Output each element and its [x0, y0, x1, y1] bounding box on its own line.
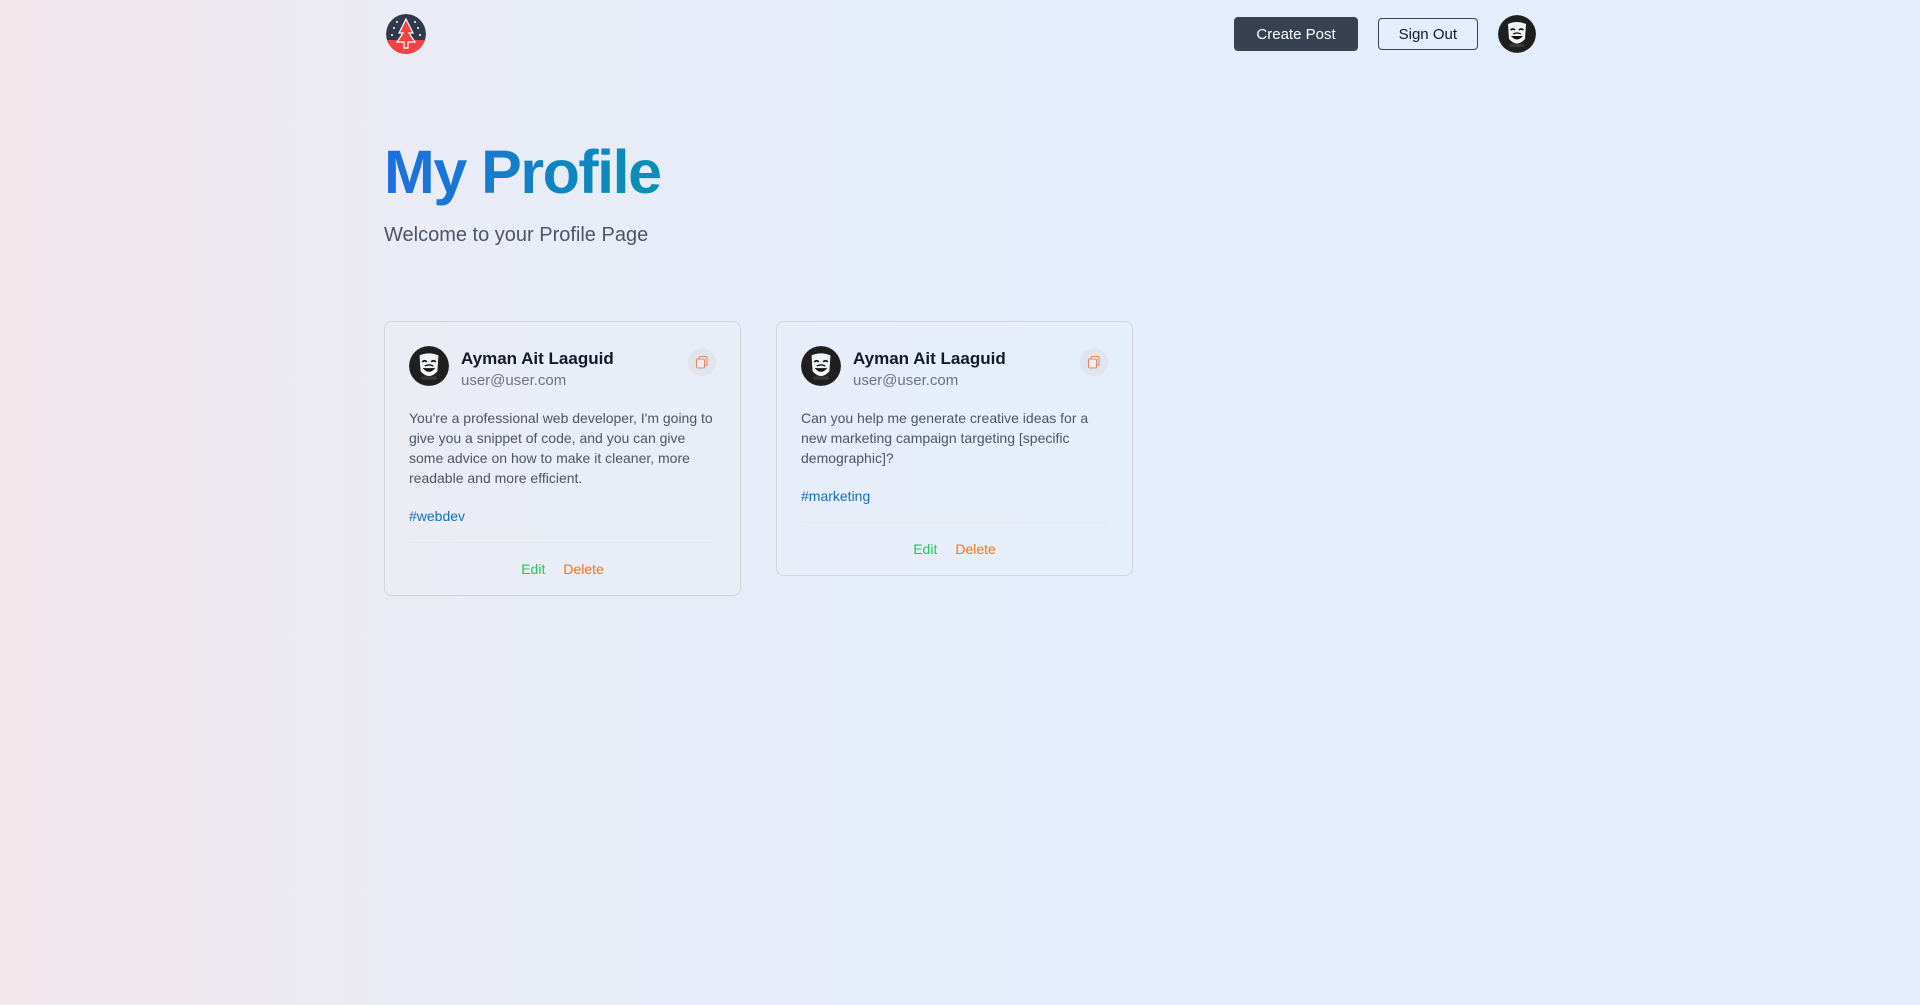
- sign-out-button[interactable]: Sign Out: [1377, 18, 1478, 50]
- tag-link[interactable]: #webdev: [409, 506, 716, 526]
- author-name: Ayman Ait Laaguid: [461, 349, 614, 368]
- delete-button[interactable]: Delete: [955, 541, 995, 557]
- copy-icon: [1087, 355, 1100, 369]
- prompt-card: Ayman Ait Laaguid user@user.com You're a…: [384, 321, 741, 596]
- card-actions: Edit Delete: [409, 542, 716, 577]
- copy-icon: [695, 355, 708, 369]
- page-title: My Profile: [384, 132, 662, 212]
- copy-button[interactable]: [688, 348, 716, 376]
- mask-avatar-icon[interactable]: [801, 346, 841, 386]
- card-user-info: Ayman Ait Laaguid user@user.com: [461, 346, 614, 391]
- author-email: user@user.com: [853, 372, 959, 389]
- top-nav: Create Post Sign Out: [384, 14, 1536, 54]
- tag-link[interactable]: #marketing: [801, 486, 1108, 506]
- logo-icon[interactable]: [386, 14, 426, 54]
- card-user-info: Ayman Ait Laaguid user@user.com: [853, 346, 1006, 391]
- card-header: Ayman Ait Laaguid user@user.com: [801, 346, 1108, 394]
- edit-button[interactable]: Edit: [521, 561, 545, 577]
- prompt-text: Can you help me generate creative ideas …: [801, 410, 1089, 466]
- mask-avatar-icon[interactable]: [409, 346, 449, 386]
- copy-button[interactable]: [1080, 348, 1108, 376]
- card-header: Ayman Ait Laaguid user@user.com: [409, 346, 716, 394]
- create-post-button[interactable]: Create Post: [1234, 17, 1358, 51]
- mask-avatar-icon[interactable]: [1498, 15, 1536, 53]
- page-subtitle: Welcome to your Profile Page: [384, 224, 649, 246]
- card-actions: Edit Delete: [801, 522, 1108, 557]
- prompt-card: Ayman Ait Laaguid user@user.com Can you …: [776, 321, 1133, 576]
- delete-button[interactable]: Delete: [563, 561, 603, 577]
- edit-button[interactable]: Edit: [913, 541, 937, 557]
- nav-actions: Create Post Sign Out: [1234, 14, 1536, 54]
- author-name: Ayman Ait Laaguid: [853, 349, 1006, 368]
- prompt-text: You're a professional web developer, I'm…: [409, 410, 713, 486]
- author-email: user@user.com: [461, 372, 567, 389]
